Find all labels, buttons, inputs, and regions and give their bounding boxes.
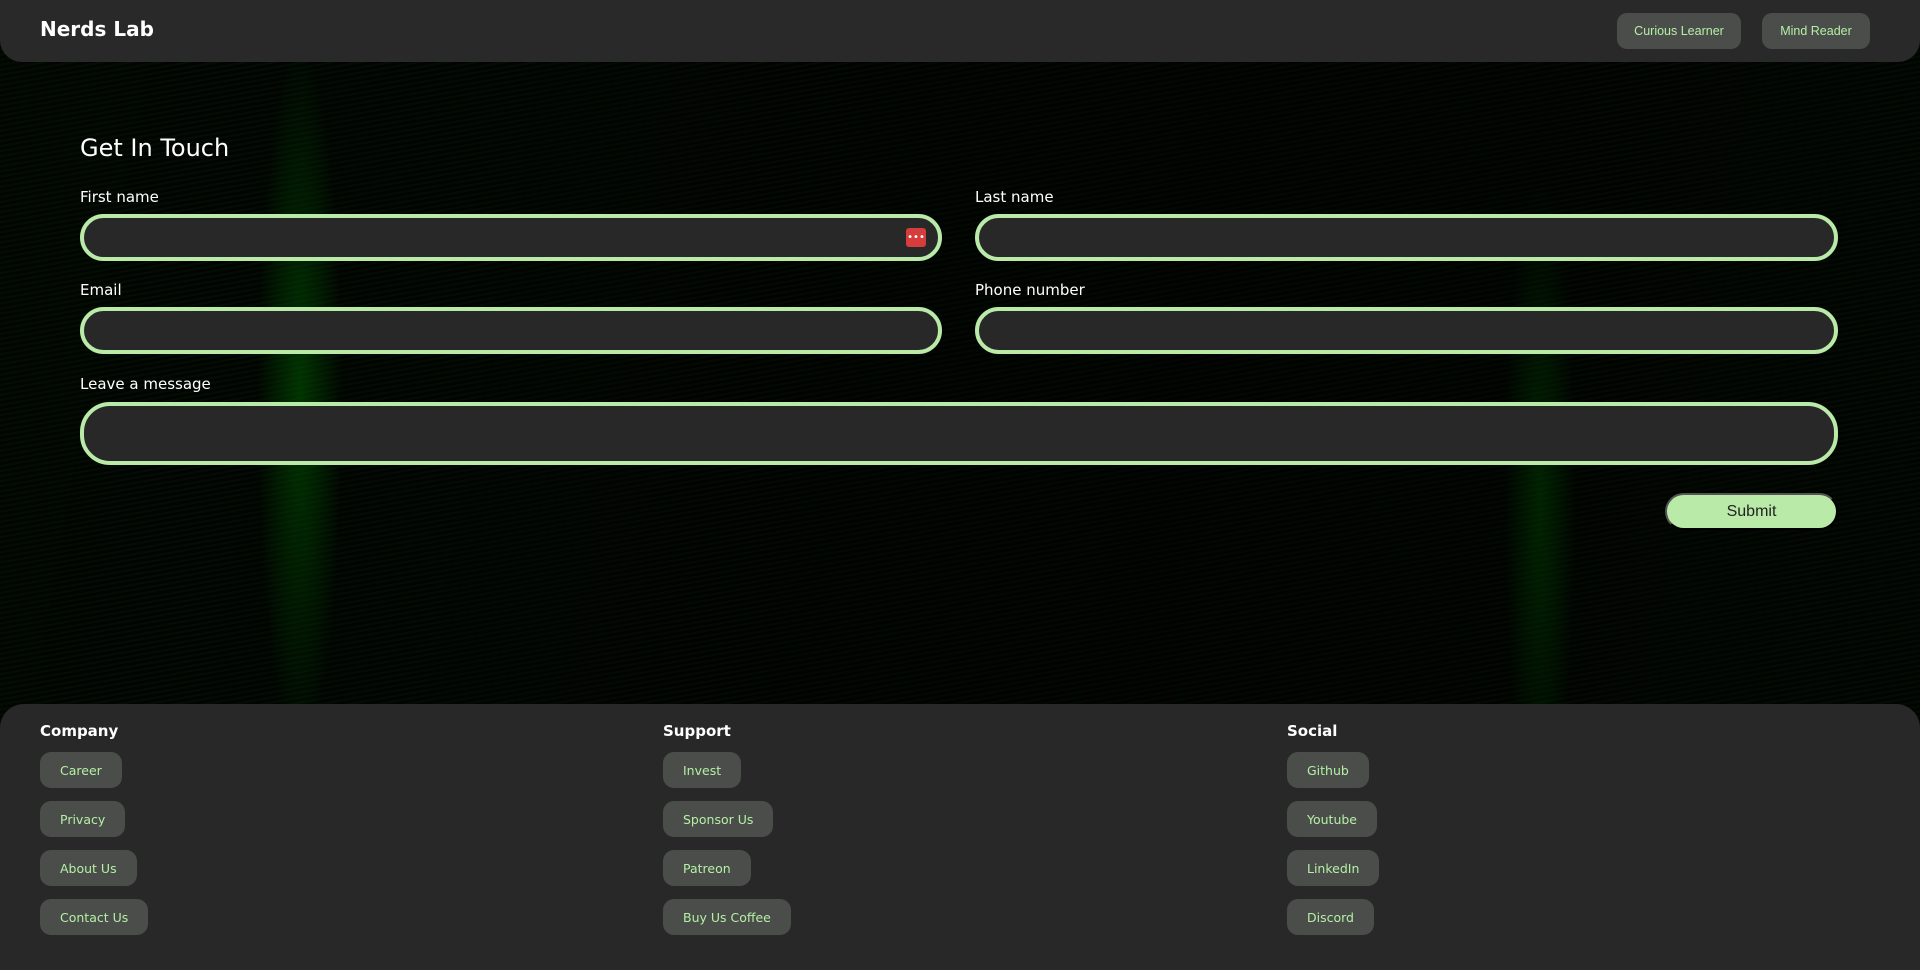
footer-link-invest[interactable]: Invest <box>663 752 742 788</box>
footer-column-support: Support Invest Sponsor Us Patreon Buy Us… <box>663 722 791 948</box>
brand-logo[interactable]: Nerds Lab <box>40 17 154 41</box>
footer-link-privacy[interactable]: Privacy <box>40 801 126 837</box>
contact-form: Get In Touch First name ••• Last name Em… <box>0 62 1920 704</box>
footer-link-contact-us[interactable]: Contact Us <box>40 899 149 935</box>
last-name-input[interactable] <box>975 214 1838 261</box>
footer-link-youtube[interactable]: Youtube <box>1287 801 1377 837</box>
footer-link-discord[interactable]: Discord <box>1287 899 1374 935</box>
message-textarea[interactable] <box>80 402 1838 465</box>
footer: Company Career Privacy About Us Contact … <box>0 704 1920 970</box>
top-nav: Nerds Lab Curious Learner Mind Reader <box>0 0 1920 62</box>
footer-heading: Support <box>663 722 731 740</box>
footer-link-github[interactable]: Github <box>1287 752 1369 788</box>
footer-heading: Company <box>40 722 119 740</box>
phone-label: Phone number <box>975 281 1085 299</box>
first-name-input[interactable]: ••• <box>80 214 942 261</box>
message-label: Leave a message <box>80 375 211 393</box>
footer-heading: Social <box>1287 722 1338 740</box>
footer-link-about-us[interactable]: About Us <box>40 850 137 886</box>
last-name-label: Last name <box>975 188 1054 206</box>
phone-input[interactable] <box>975 307 1838 354</box>
email-input[interactable] <box>80 307 942 354</box>
password-manager-icon[interactable]: ••• <box>906 228 926 247</box>
nav-curious-learner-button[interactable]: Curious Learner <box>1617 13 1741 49</box>
footer-link-sponsor-us[interactable]: Sponsor Us <box>663 801 774 837</box>
footer-column-company: Company Career Privacy About Us Contact … <box>40 722 149 948</box>
footer-link-patreon[interactable]: Patreon <box>663 850 751 886</box>
footer-column-social: Social Github Youtube LinkedIn Discord <box>1287 722 1380 948</box>
first-name-label: First name <box>80 188 159 206</box>
footer-link-career[interactable]: Career <box>40 752 122 788</box>
email-label: Email <box>80 281 122 299</box>
submit-button[interactable]: Submit <box>1665 493 1838 530</box>
page-title: Get In Touch <box>80 134 230 162</box>
footer-link-buy-us-coffee[interactable]: Buy Us Coffee <box>663 899 791 935</box>
footer-link-linkedin[interactable]: LinkedIn <box>1287 850 1380 886</box>
nav-mind-reader-button[interactable]: Mind Reader <box>1762 13 1870 49</box>
